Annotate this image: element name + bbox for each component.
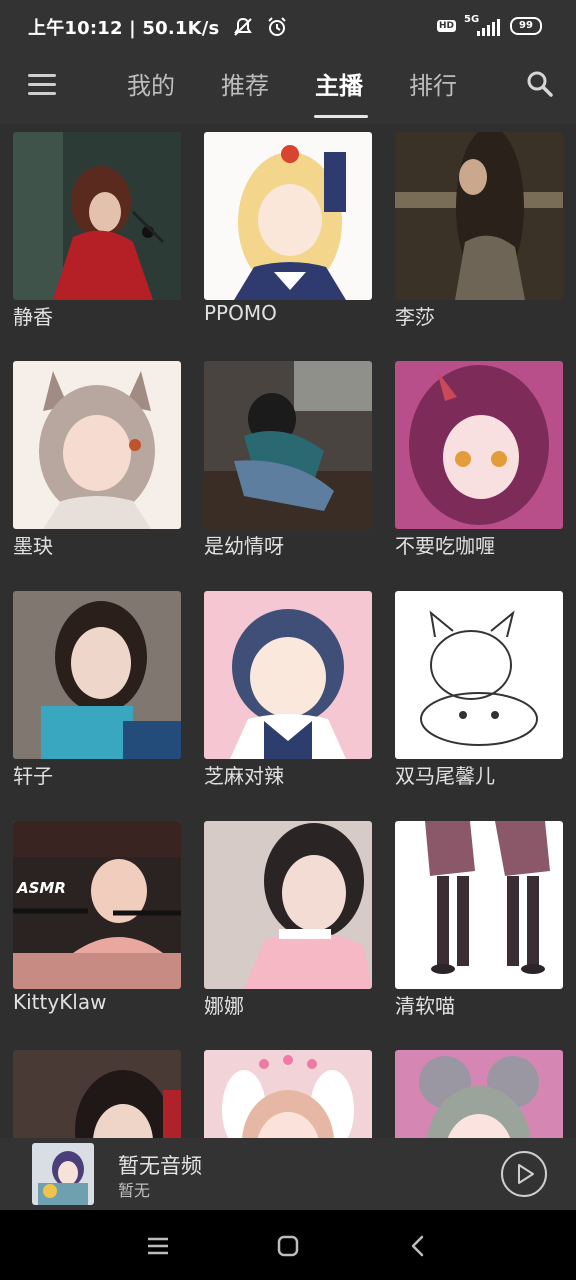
anchor-avatar — [395, 591, 563, 759]
alarm-icon — [266, 16, 288, 43]
anchor-card[interactable]: 是幼情呀 — [204, 361, 372, 559]
anchor-avatar: ASMR — [13, 821, 181, 989]
status-left: 上午10:12 | 50.1K/s — [28, 14, 288, 43]
status-time: 上午10:12 — [28, 18, 123, 39]
top-nav: 我的 推荐 主播 排行 — [0, 56, 576, 124]
anchor-avatar — [13, 1050, 181, 1138]
anchor-name: PPOMO — [204, 301, 277, 325]
status-right: HD 5G 99 — [436, 14, 542, 36]
anchor-card[interactable]: 轩子 — [13, 591, 181, 789]
play-icon[interactable] — [500, 1150, 548, 1198]
anchor-card[interactable]: 双马尾馨儿 — [395, 591, 563, 789]
anchor-card[interactable]: 清软喵 — [395, 821, 563, 1019]
anchor-avatar — [204, 821, 372, 989]
anchor-name: 不要吃咖喱 — [395, 534, 495, 558]
anchor-name: 静香 — [13, 305, 53, 329]
active-tab-indicator — [314, 115, 368, 118]
anchor-card[interactable]: PPOMO — [204, 132, 372, 325]
anchor-card[interactable]: 静香 — [13, 132, 181, 330]
anchor-avatar — [395, 361, 563, 529]
mini-player[interactable]: 暂无音频 暂无 — [0, 1138, 576, 1210]
anchor-avatar — [395, 1050, 563, 1138]
back-icon[interactable] — [404, 1232, 432, 1260]
anchor-name: 清软喵 — [395, 994, 455, 1018]
anchor-avatar — [13, 591, 181, 759]
anchor-avatar — [13, 361, 181, 529]
player-cover[interactable] — [32, 1143, 94, 1205]
anchor-avatar — [204, 132, 372, 300]
search-icon[interactable] — [526, 70, 554, 98]
anchor-avatar — [204, 361, 372, 529]
anchor-name: 李莎 — [395, 305, 435, 329]
home-icon[interactable] — [274, 1232, 302, 1260]
hd-badge: HD — [436, 20, 456, 32]
anchor-avatar — [204, 1050, 372, 1138]
anchor-card[interactable]: ASMR KittyKlaw — [13, 821, 181, 1014]
anchor-name: KittyKlaw — [13, 990, 107, 1014]
anchor-card[interactable]: 不要吃咖喱 — [395, 361, 563, 559]
anchor-card[interactable] — [395, 1050, 563, 1138]
menu-icon[interactable] — [28, 74, 56, 96]
status-divider: | — [129, 18, 143, 39]
mute-icon — [232, 16, 254, 43]
anchor-name: 芝麻对辣 — [204, 764, 284, 788]
asmr-watermark: ASMR — [17, 879, 66, 897]
recent-apps-icon[interactable] — [144, 1232, 172, 1260]
player-title: 暂无音频 — [118, 1154, 202, 1178]
anchor-avatar — [395, 821, 563, 989]
anchor-grid: 静香 PPOMO 李莎 墨玦 是幼情呀 不要吃咖喱 轩子 芝麻对辣 双马尾馨儿 … — [13, 132, 565, 1138]
system-nav-bar — [0, 1210, 576, 1280]
status-bar: 上午10:12 | 50.1K/s HD 5G 99 — [0, 0, 576, 56]
anchor-card[interactable]: 墨玦 — [13, 361, 181, 559]
anchor-card[interactable]: 芝麻对辣 — [204, 591, 372, 789]
tab-anchors[interactable]: 主播 — [315, 66, 363, 101]
anchor-name: 双马尾馨儿 — [395, 764, 495, 788]
anchor-card[interactable] — [13, 1050, 181, 1138]
tab-ranking[interactable]: 排行 — [409, 66, 457, 101]
tab-mine[interactable]: 我的 — [127, 66, 175, 101]
anchor-card[interactable]: 李莎 — [395, 132, 563, 330]
battery-icon: 99 — [510, 17, 542, 35]
anchor-avatar — [204, 591, 372, 759]
anchor-name: 是幼情呀 — [204, 534, 284, 558]
anchor-avatar — [13, 132, 181, 300]
anchor-name: 墨玦 — [13, 534, 53, 558]
anchor-card[interactable] — [204, 1050, 372, 1138]
anchor-name: 娜娜 — [204, 994, 244, 1018]
anchor-card[interactable]: 娜娜 — [204, 821, 372, 1019]
player-subtitle: 暂无 — [118, 1181, 151, 1200]
anchor-avatar — [395, 132, 563, 300]
signal-icon: 5G — [464, 14, 502, 36]
status-speed: 50.1K/s — [142, 18, 220, 39]
anchor-name: 轩子 — [13, 764, 53, 788]
tab-recommend[interactable]: 推荐 — [221, 66, 269, 101]
